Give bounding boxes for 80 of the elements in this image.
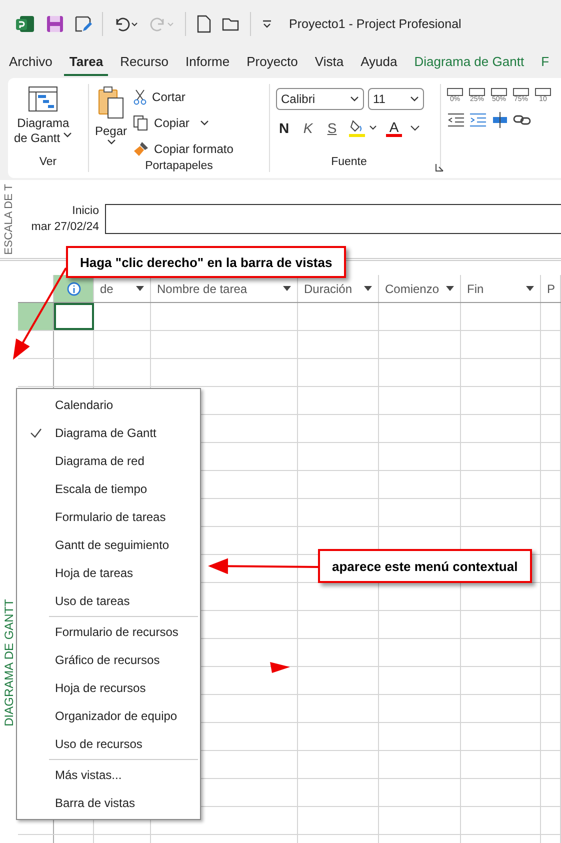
copy-icon — [133, 115, 150, 131]
caret-icon — [106, 139, 116, 145]
strikethrough-button[interactable]: S — [324, 120, 340, 136]
brush-icon — [133, 141, 150, 157]
group-label: Fuente — [330, 156, 368, 170]
menu-item[interactable]: Hoja de tareas — [17, 559, 200, 587]
copy-button[interactable]: Copiar — [133, 112, 234, 134]
dialog-launcher-icon[interactable] — [435, 163, 444, 172]
group-label: Ver — [38, 156, 58, 170]
format-painter-button[interactable]: Copiar formato — [133, 138, 234, 160]
caret-icon[interactable] — [410, 124, 420, 132]
font-dropdown[interactable]: Calibri — [276, 88, 364, 110]
menu-item[interactable]: Hoja de recursos — [17, 674, 200, 702]
font-color-button[interactable]: A — [386, 120, 402, 136]
customize-toolbar-icon[interactable] — [261, 18, 273, 30]
split-task-icon[interactable] — [491, 111, 509, 129]
dropdown-icon — [364, 286, 372, 291]
dropdown-icon — [446, 286, 454, 291]
ribbon-tab[interactable]: Diagrama de Gantt — [409, 50, 530, 76]
start-date: mar 27/02/24 — [31, 220, 99, 235]
callout-box: Haga "clic derecho" en la barra de vistas — [66, 246, 346, 278]
menu-item[interactable]: Formulario de tareas — [17, 503, 200, 531]
new-file-icon[interactable] — [196, 15, 212, 33]
outdent-icon[interactable] — [447, 112, 465, 128]
group-label: Portapapeles — [144, 160, 214, 172]
gantt-chart-button[interactable]: Diagrama de Gantt — [14, 84, 72, 156]
dropdown-icon — [136, 286, 144, 291]
view-bar-label[interactable]: DIAGRAMA DE GANTT — [2, 598, 16, 726]
menu-item[interactable]: Gráfico de recursos — [17, 646, 200, 674]
gantt-chart-icon — [28, 86, 58, 112]
selected-cell[interactable] — [54, 303, 94, 330]
font-size-dropdown[interactable]: 11 — [368, 88, 424, 110]
timeline-side-label: ESCALA DE T — [3, 184, 15, 254]
menu-item[interactable]: Diagrama de Gantt — [17, 419, 200, 447]
cut-button[interactable]: Cortar — [133, 86, 234, 108]
ribbon-tab[interactable]: Proyecto — [242, 50, 303, 76]
ribbon-tab[interactable]: Tarea — [64, 50, 108, 76]
column-header[interactable]: Fin — [461, 275, 541, 302]
arrowhead-mark — [270, 662, 290, 673]
ribbon-tab[interactable]: Archivo — [4, 50, 58, 76]
menu-item[interactable]: Diagrama de red — [17, 447, 200, 475]
caret-icon — [350, 96, 359, 102]
scissors-icon — [133, 89, 148, 105]
app-logo-icon — [14, 13, 36, 35]
ribbon-tab[interactable]: Ayuda — [356, 50, 402, 76]
caret-icon — [410, 96, 419, 102]
menu-item[interactable]: Gantt de seguimiento — [17, 531, 200, 559]
indent-icon[interactable] — [469, 112, 487, 128]
save-icon[interactable] — [46, 15, 64, 33]
ribbon-tab[interactable]: Informe — [180, 50, 235, 76]
ribbon-tab[interactable]: Vista — [310, 50, 349, 76]
link-icon[interactable] — [513, 113, 531, 127]
caret-icon — [63, 132, 72, 138]
menu-item[interactable]: Calendario — [17, 391, 200, 419]
menu-item[interactable]: Barra de vistas — [17, 789, 200, 817]
column-header[interactable]: P — [541, 275, 561, 302]
folder-icon[interactable] — [222, 16, 240, 32]
menu-item[interactable]: Uso de tareas — [17, 587, 200, 615]
paste-button[interactable]: Pegar — [95, 84, 128, 160]
menu-item[interactable]: Formulario de recursos — [17, 618, 200, 646]
info-icon — [66, 282, 80, 296]
column-header[interactable]: Comienzo — [379, 275, 461, 302]
bold-button[interactable]: N — [276, 120, 292, 136]
menu-item[interactable]: Escala de tiempo — [17, 475, 200, 503]
ribbon-tab[interactable]: F — [536, 50, 554, 76]
row-header[interactable] — [18, 303, 54, 330]
start-label: Inicio — [72, 204, 99, 219]
menu-item[interactable]: Uso de recursos — [17, 730, 200, 758]
highlight-color-icon[interactable] — [348, 118, 378, 138]
dropdown-icon — [526, 286, 534, 291]
italic-button[interactable]: K — [300, 120, 316, 136]
dropdown-icon — [283, 286, 291, 291]
menu-item[interactable]: Más vistas... — [17, 761, 200, 789]
caret-icon — [200, 120, 210, 126]
window-title: Proyecto1 - Project Profesional — [289, 17, 462, 31]
callout-box: aparece este menú contextual — [318, 549, 532, 583]
ribbon-tab[interactable]: Recurso — [115, 50, 174, 76]
menu-item[interactable]: Organizador de equipo — [17, 702, 200, 730]
save-as-icon[interactable] — [74, 15, 92, 33]
clipboard-icon — [97, 86, 126, 120]
